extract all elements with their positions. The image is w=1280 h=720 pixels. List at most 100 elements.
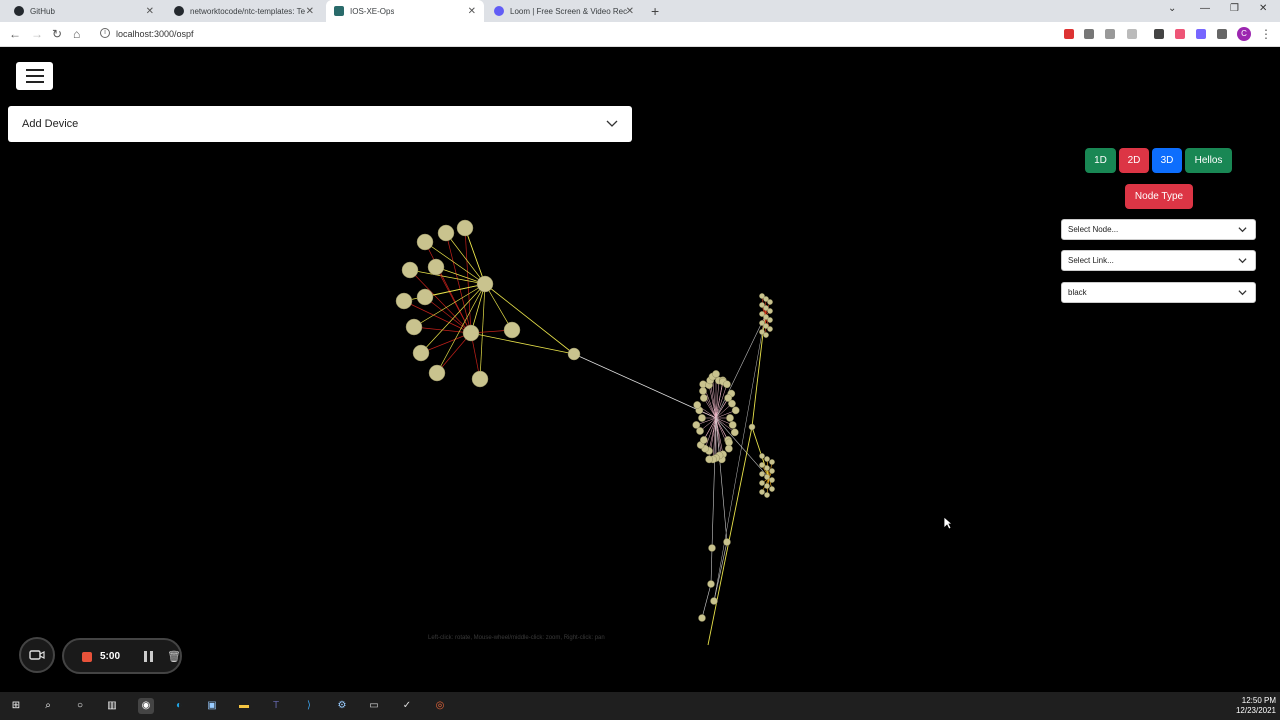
graph-node[interactable]	[705, 455, 714, 464]
graph-node[interactable]	[767, 326, 773, 332]
chrome-icon[interactable]: ◉	[138, 698, 154, 714]
system-clock[interactable]: 12:50 PM 12/23/2021	[1236, 696, 1276, 716]
graph-node[interactable]	[708, 544, 716, 552]
network-tool-icon[interactable]: ⚙	[334, 698, 350, 714]
hellos-button[interactable]: Hellos	[1185, 148, 1232, 173]
graph-node[interactable]	[759, 471, 765, 477]
graph-node[interactable]	[767, 317, 773, 323]
graph-node[interactable]	[456, 219, 474, 237]
app-icon[interactable]: ✓	[399, 698, 415, 714]
trash-icon[interactable]: 🗑	[167, 650, 181, 663]
cortana-icon[interactable]: ○	[72, 698, 88, 714]
graph-node[interactable]	[412, 344, 430, 362]
terminal-icon[interactable]: ▭	[366, 698, 382, 714]
view-3d-button[interactable]: 3D	[1152, 148, 1182, 173]
video-camera-icon	[29, 650, 45, 660]
graph-node[interactable]	[759, 480, 765, 486]
node-type-button[interactable]: Node Type	[1125, 184, 1193, 209]
graph-node[interactable]	[707, 580, 715, 588]
graph-node[interactable]	[462, 324, 480, 342]
select-link-dropdown[interactable]: Select Link...	[1061, 250, 1256, 271]
graph-node[interactable]	[503, 321, 521, 339]
graph-node[interactable]	[712, 370, 720, 378]
graph-node[interactable]	[769, 459, 775, 465]
graph-node[interactable]	[395, 292, 413, 310]
graph-node[interactable]	[700, 394, 708, 402]
camera-toggle-button[interactable]	[19, 637, 55, 673]
graph-node[interactable]	[427, 258, 445, 276]
graph-node[interactable]	[759, 489, 765, 495]
recording-timer: 5:00	[100, 651, 121, 662]
stop-recording-button[interactable]	[82, 652, 92, 662]
search-icon[interactable]: ⌕	[40, 698, 56, 714]
chevron-down-icon	[1238, 290, 1247, 296]
graph-link	[715, 417, 728, 543]
graph-node[interactable]	[769, 477, 775, 483]
background-color-dropdown[interactable]: black	[1061, 282, 1256, 303]
graph-link	[424, 283, 486, 298]
graph-node[interactable]	[567, 347, 581, 361]
graph-node[interactable]	[692, 421, 701, 429]
graph-node[interactable]	[759, 462, 765, 468]
graph-node[interactable]	[416, 233, 434, 251]
graph-node[interactable]	[723, 380, 731, 389]
graph-link	[435, 266, 472, 334]
graph-node[interactable]	[698, 414, 706, 422]
pause-button[interactable]	[144, 651, 153, 662]
graph-link	[701, 583, 712, 619]
graph-node[interactable]	[437, 224, 455, 242]
windows-taskbar: ⊞ ⌕ ○ ▥ ◉ ◐ ▣ ▬ T ⟩ ⚙ ▭ ✓ ◎ 12:50 PM 12/…	[0, 692, 1280, 720]
graph-node[interactable]	[763, 332, 769, 338]
select-node-value: Select Node...	[1068, 225, 1119, 234]
graph-node[interactable]	[699, 387, 707, 395]
graph-node[interactable]	[764, 483, 770, 489]
background-color-value: black	[1068, 288, 1087, 297]
view-2d-button[interactable]: 2D	[1119, 148, 1149, 173]
graph-link	[715, 417, 770, 479]
graph-link	[713, 541, 728, 602]
view-1d-button[interactable]: 1D	[1085, 148, 1116, 173]
graph-node[interactable]	[767, 308, 773, 314]
app-icon[interactable]: ▣	[204, 698, 220, 714]
graph-link	[715, 417, 724, 455]
graph-node[interactable]	[748, 423, 756, 431]
clock-time: 12:50 PM	[1241, 696, 1276, 705]
graph-node[interactable]	[471, 370, 489, 388]
graph-node[interactable]	[428, 364, 446, 382]
graph-node[interactable]	[767, 299, 773, 305]
graph-node[interactable]	[764, 456, 770, 462]
graph-node[interactable]	[764, 465, 770, 471]
graph-link	[470, 332, 575, 355]
app-icon[interactable]: ◎	[432, 698, 448, 714]
file-explorer-icon[interactable]: ▬	[236, 698, 252, 714]
graph-node[interactable]	[725, 444, 733, 453]
recording-controls: 5:00 🗑	[62, 638, 182, 674]
ospf-topology-graph[interactable]	[0, 0, 1280, 720]
graph-node[interactable]	[730, 428, 739, 437]
graph-node[interactable]	[764, 492, 770, 498]
graph-node[interactable]	[769, 486, 775, 492]
graph-node[interactable]	[728, 399, 736, 408]
task-view-icon[interactable]: ▥	[104, 698, 120, 714]
graph-node[interactable]	[700, 436, 708, 444]
graph-node[interactable]	[401, 261, 419, 279]
graph-node[interactable]	[710, 597, 718, 605]
graph-node[interactable]	[416, 288, 434, 306]
graph-node[interactable]	[476, 275, 494, 293]
teams-icon[interactable]: T	[268, 698, 284, 714]
graph-node[interactable]	[723, 538, 731, 546]
clock-date: 12/23/2021	[1235, 706, 1276, 715]
edge-icon[interactable]: ◐	[171, 698, 187, 714]
graph-node[interactable]	[698, 614, 706, 622]
graph-node[interactable]	[405, 318, 423, 336]
vscode-icon[interactable]: ⟩	[301, 698, 317, 714]
windows-start-icon[interactable]: ⊞	[8, 698, 24, 714]
graph-node[interactable]	[693, 401, 702, 409]
graph-node[interactable]	[731, 406, 740, 415]
graph-node[interactable]	[769, 468, 775, 474]
graph-node[interactable]	[726, 414, 734, 422]
graph-node[interactable]	[728, 421, 737, 429]
graph-node[interactable]	[759, 453, 765, 459]
select-node-dropdown[interactable]: Select Node...	[1061, 219, 1256, 240]
graph-node[interactable]	[764, 474, 770, 480]
